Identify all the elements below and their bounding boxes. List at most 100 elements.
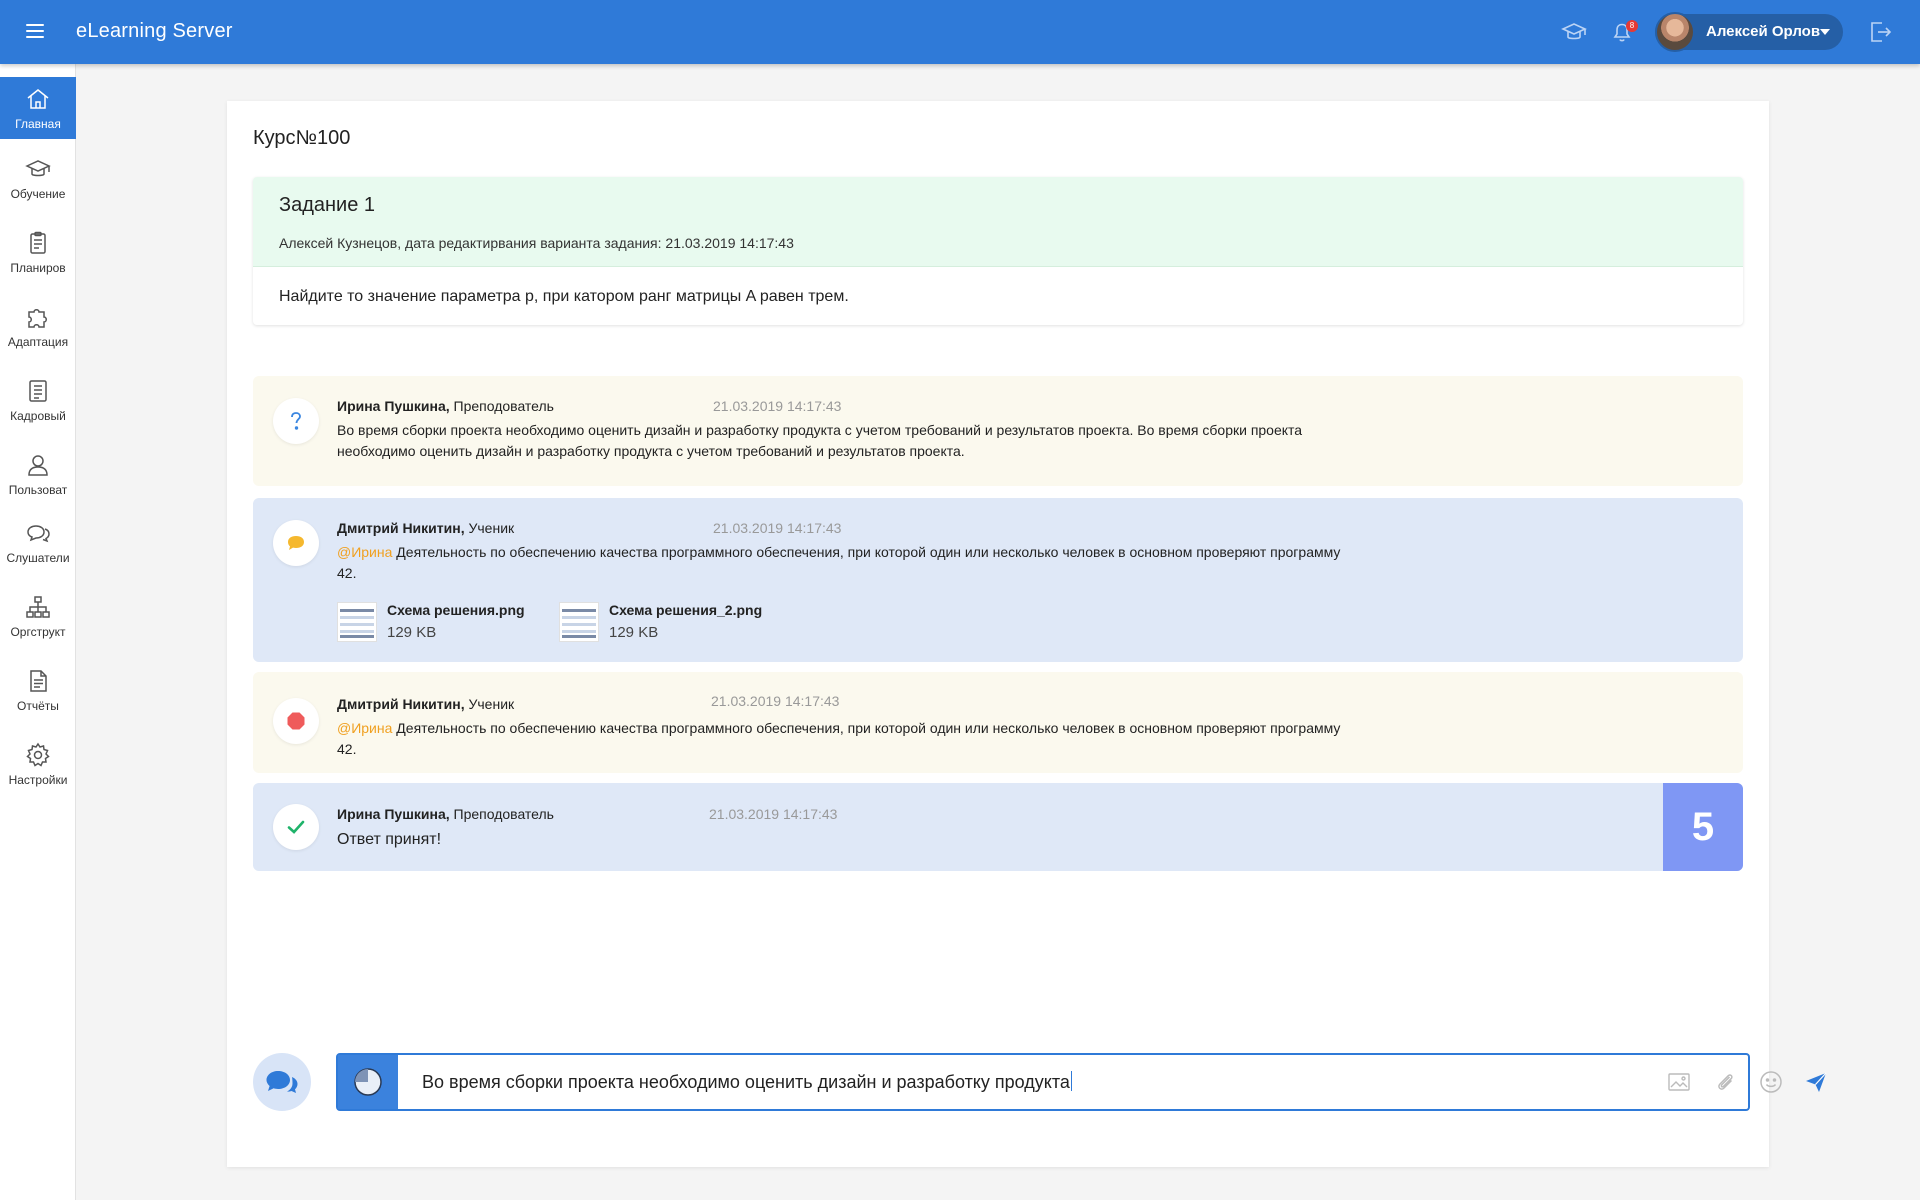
text-caret (1070, 1071, 1072, 1091)
page-title: Курс№100 (253, 127, 351, 149)
attachment-item[interactable]: Схема решения.png 129 KB (337, 600, 537, 644)
attachment-name: Схема решения_2.png (609, 602, 763, 618)
timer-icon[interactable] (338, 1055, 398, 1109)
sidebar-item-label: Кадровый (10, 409, 66, 423)
user-menu[interactable]: Алексей Орлов (1655, 12, 1843, 52)
emoji-icon[interactable] (1757, 1068, 1785, 1096)
sidebar: Главная Обучение Планиров Адаптация Кадр… (0, 64, 76, 1200)
chevron-down-icon (1820, 29, 1830, 35)
attachment-item[interactable]: Схема решения_2.png 129 KB (559, 600, 779, 644)
graduation-cap-icon[interactable] (1560, 18, 1588, 46)
sidebar-item-planning[interactable]: Планиров (0, 221, 76, 283)
message-item: Дмитрий Никитин, Ученик 21.03.2019 14:17… (253, 672, 1743, 773)
author-name: Ирина Пушкина, (337, 398, 450, 414)
menu-icon[interactable] (22, 20, 48, 44)
author-role: Ученик (464, 520, 515, 536)
task-body: Найдите то значение параметра p, при кат… (279, 288, 849, 305)
author-role: Преподователь (449, 398, 554, 414)
message-body: Деятельность по обеспечению качества про… (337, 720, 1341, 757)
message-item: Ирина Пушкина, Преподователь 21.03.2019 … (253, 376, 1743, 486)
task-card: Задание 1 Алексей Кузнецов, дата редакти… (253, 177, 1743, 325)
message-input-value: Во время сборки проекта необходимо оцени… (422, 1072, 1070, 1092)
grade-badge: 5 (1663, 783, 1743, 871)
attachment-size: 129 KB (387, 624, 437, 641)
main-card: Курс№100 Задание 1 Алексей Кузнецов, дат… (227, 101, 1827, 1167)
home-icon (24, 85, 52, 113)
mention-link[interactable]: @Ирина (337, 720, 392, 736)
sidebar-item-settings[interactable]: Настройки (0, 733, 76, 795)
graduation-cap-icon (24, 155, 52, 183)
message-composer: Во время сборки проекта необходимо оцени… (336, 1053, 1827, 1111)
sidebar-item-label: Адаптация (7, 335, 69, 349)
message-body: Деятельность по обеспечению качества про… (337, 544, 1341, 581)
mention-link[interactable]: @Ирина (337, 544, 392, 560)
task-meta: Алексей Кузнецов, дата редактирвания вар… (279, 235, 794, 251)
message-item: Ирина Пушкина, Преподователь 21.03.2019 … (253, 783, 1743, 871)
message-author: Дмитрий Никитин, Ученик (337, 520, 514, 536)
author-name: Ирина Пушкина, (337, 806, 450, 822)
author-role: Преподователь (449, 806, 554, 822)
send-icon[interactable] (1802, 1068, 1830, 1096)
message-author: Ирина Пушкина, Преподователь (337, 806, 554, 822)
task-header: Задание 1 Алексей Кузнецов, дата редакти… (253, 177, 1743, 267)
check-icon (273, 804, 319, 850)
paperclip-icon[interactable] (1711, 1068, 1739, 1096)
document-list-icon (24, 377, 52, 405)
chat-bubbles-icon (24, 519, 52, 547)
logout-icon[interactable] (1866, 18, 1894, 46)
message-time: 21.03.2019 14:17:43 (711, 693, 840, 709)
notification-badge: 8 (1626, 20, 1638, 32)
message-time: 21.03.2019 14:17:43 (713, 520, 842, 536)
message-item: Дмитрий Никитин, Ученик 21.03.2019 14:17… (253, 498, 1743, 662)
message-author: Дмитрий Никитин, Ученик (337, 696, 514, 712)
user-icon (24, 451, 52, 479)
message-text: Ответ принят! (337, 831, 442, 848)
sidebar-item-adaptation[interactable]: Адаптация (0, 295, 76, 357)
org-chart-icon (24, 593, 52, 621)
message-author: Ирина Пушкина, Преподователь (337, 398, 554, 414)
question-icon (273, 398, 319, 444)
sidebar-item-users[interactable]: Пользоват (0, 443, 76, 505)
message-text: @Ирина Деятельность по обеспечению качес… (337, 542, 1357, 584)
avatar (1655, 12, 1695, 52)
bell-icon[interactable]: 8 (1608, 18, 1638, 46)
gear-icon (24, 741, 52, 769)
sidebar-item-label: Настройки (8, 773, 68, 787)
task-title: Задание 1 (279, 194, 376, 216)
image-thumbnail-icon (559, 602, 599, 642)
report-icon (24, 667, 52, 695)
author-name: Дмитрий Никитин, (337, 696, 465, 712)
puzzle-icon (24, 303, 52, 331)
top-bar: eLearning Server 8 Алексей Орлов (0, 0, 1920, 64)
sidebar-item-label: Оргструкт (10, 625, 66, 639)
user-name: Алексей Орлов (1706, 23, 1821, 40)
sidebar-item-reports[interactable]: Отчёты (0, 659, 76, 721)
image-icon[interactable] (1665, 1068, 1693, 1096)
sidebar-item-label: Главная (15, 117, 61, 131)
sidebar-item-listeners[interactable]: Слушатели (0, 511, 76, 573)
author-role: Ученик (464, 696, 515, 712)
chat-bubbles-icon (253, 1053, 311, 1111)
sidebar-item-label: Планиров (10, 261, 66, 275)
comment-icon (273, 520, 319, 566)
sidebar-item-learning[interactable]: Обучение (0, 147, 76, 209)
sidebar-item-orgstructure[interactable]: Оргструкт (0, 585, 76, 647)
message-time: 21.03.2019 14:17:43 (713, 398, 842, 414)
attachment-size: 129 KB (609, 624, 659, 641)
stop-icon (273, 698, 319, 744)
sidebar-item-label: Пользоват (8, 483, 68, 497)
message-input[interactable]: Во время сборки проекта необходимо оцени… (422, 1071, 1072, 1093)
sidebar-item-home[interactable]: Главная (0, 77, 76, 139)
message-text: @Ирина Деятельность по обеспечению качес… (337, 718, 1357, 760)
sidebar-item-label: Отчёты (17, 699, 59, 713)
message-time: 21.03.2019 14:17:43 (709, 806, 838, 822)
sidebar-item-label: Обучение (10, 187, 66, 201)
sidebar-item-label: Слушатели (6, 551, 70, 565)
clipboard-icon (24, 229, 52, 257)
attachment-name: Схема решения.png (387, 602, 525, 618)
author-name: Дмитрий Никитин, (337, 520, 465, 536)
app-title: eLearning Server (76, 20, 233, 42)
sidebar-item-hr[interactable]: Кадровый (0, 369, 76, 431)
image-thumbnail-icon (337, 602, 377, 642)
message-text: Во время сборки проекта необходимо оцени… (337, 422, 1303, 459)
